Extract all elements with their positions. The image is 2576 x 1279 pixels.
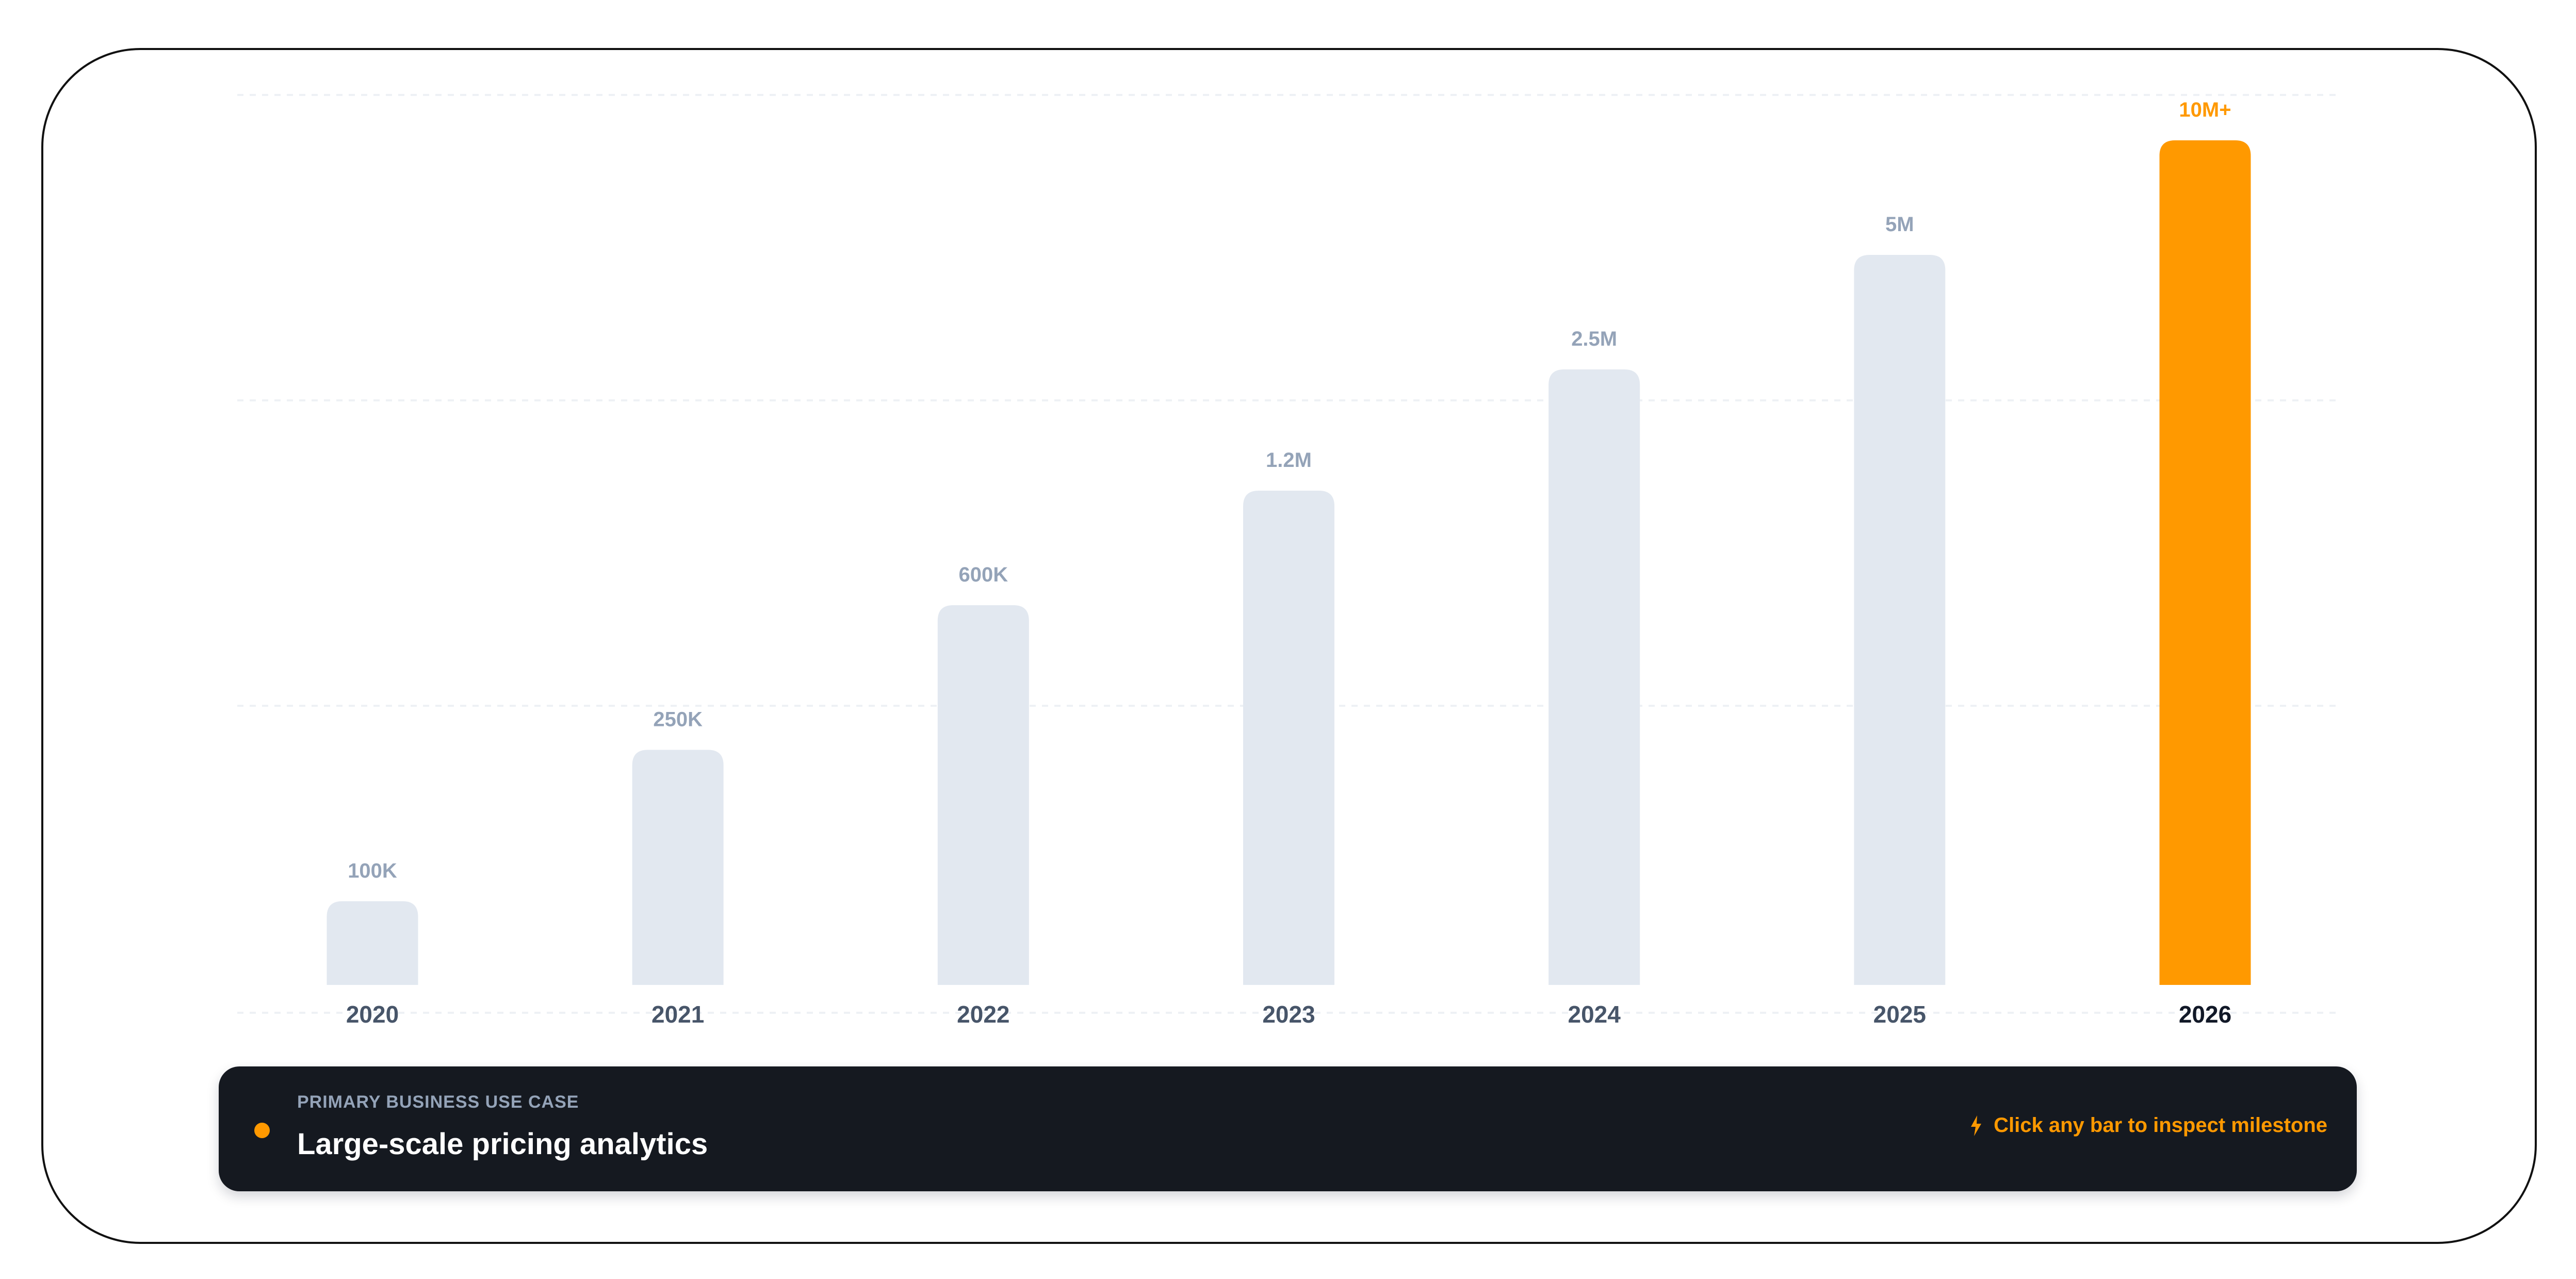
tick-label-2022: 2022: [957, 1001, 1009, 1028]
use-case-title: Large-scale pricing analytics: [297, 1127, 708, 1161]
bolt-icon: [1971, 1115, 1982, 1136]
tick-label-2024: 2024: [1568, 1001, 1621, 1028]
bar-2024[interactable]: [1548, 369, 1640, 985]
value-label-2020: 100K: [348, 860, 397, 882]
value-label-2025: 5M: [1885, 213, 1914, 236]
x-axis-ticks: 2020 2021 2022 2023 2024 2025 2026: [346, 1001, 2231, 1028]
status-dot: [254, 1123, 270, 1138]
bar-2022[interactable]: [937, 605, 1029, 985]
bar-2021[interactable]: [632, 750, 724, 985]
tick-label-2021: 2021: [651, 1001, 704, 1028]
bar-2025[interactable]: [1854, 254, 1946, 985]
value-label-2024: 2.5M: [1571, 328, 1617, 350]
tick-label-2023: 2023: [1262, 1001, 1315, 1028]
tick-label-2025: 2025: [1873, 1001, 1926, 1028]
inspect-hint: Click any bar to inspect milestone: [1970, 1114, 2327, 1137]
value-label-2021: 250K: [653, 708, 703, 731]
bar-2026[interactable]: [2159, 140, 2251, 985]
bar-2020[interactable]: [327, 901, 418, 985]
use-case-kicker: PRIMARY BUSINESS USE CASE: [297, 1092, 579, 1112]
bars-layer: [327, 140, 2251, 985]
value-label-2022: 600K: [959, 563, 1008, 586]
inspect-hint-text: Click any bar to inspect milestone: [1994, 1114, 2327, 1137]
tick-label-2020: 2020: [346, 1001, 399, 1028]
value-label-2026: 10M+: [2179, 99, 2231, 121]
value-label-2023: 1.2M: [1266, 449, 1312, 472]
tick-label-2026: 2026: [2179, 1001, 2231, 1028]
bar-2023[interactable]: [1243, 491, 1334, 985]
